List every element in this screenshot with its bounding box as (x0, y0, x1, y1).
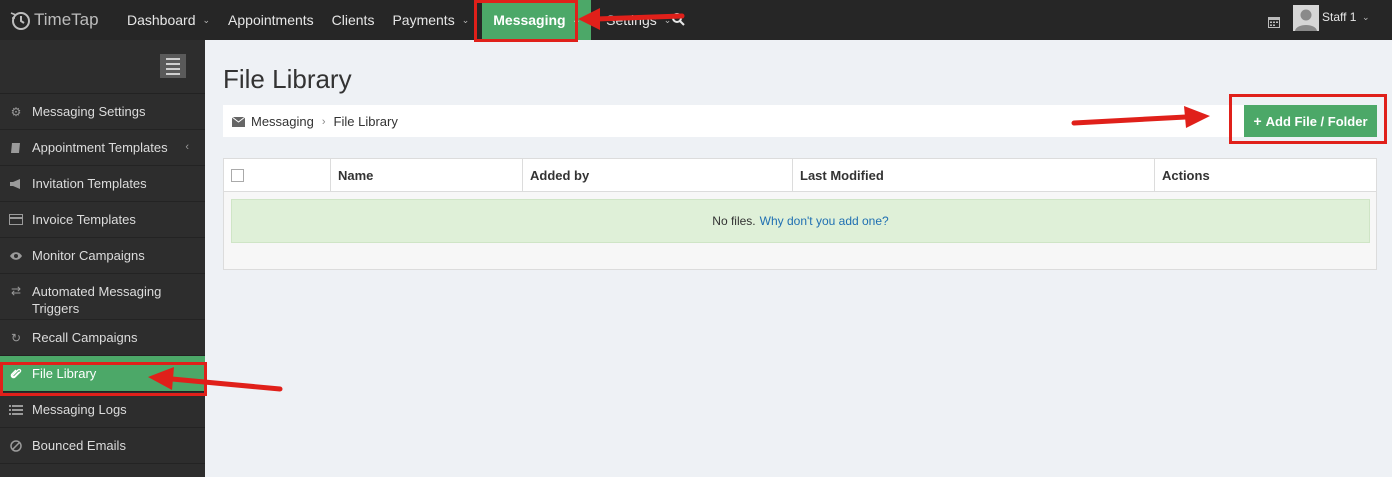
main-nav: Dashboard ⌄ Appointments Clients Payment… (118, 0, 680, 40)
sidebar-item-label: Messaging Settings (32, 104, 146, 119)
timetap-logo[interactable]: TimeTap (8, 7, 99, 33)
breadcrumb-messaging[interactable]: Messaging (251, 114, 314, 129)
sidebar-item-label: Messaging Logs (32, 402, 127, 417)
sidebar-item-messaging-settings[interactable]: ⚙ Messaging Settings (0, 94, 205, 130)
chevron-left-icon: ‹ (185, 141, 189, 153)
envelope-icon (232, 116, 245, 127)
refresh-icon: ↻ (10, 330, 22, 345)
logo-text: TimeTap (34, 10, 99, 29)
empty-state-message: No files. Why don't you add one? (231, 199, 1370, 243)
column-last-modified[interactable]: Last Modified (793, 159, 1155, 191)
add-file-folder-label: Add File / Folder (1265, 113, 1368, 129)
chevron-right-icon: › (321, 115, 326, 128)
sidebar-item-label: Invoice Templates (32, 212, 136, 227)
breadcrumb-bar: Messaging › File Library (223, 105, 1377, 137)
sidebar-item-monitor-campaigns[interactable]: Monitor Campaigns (0, 238, 205, 274)
nav-settings-label: Settings (606, 12, 657, 28)
nav-payments-label: Payments (392, 12, 455, 28)
breadcrumb-file-library: File Library (333, 114, 398, 129)
select-all-checkbox[interactable] (231, 168, 244, 182)
paperclip-icon (8, 366, 24, 382)
sidebar-item-label: Bounced Emails (32, 438, 126, 453)
search-icon[interactable] (671, 12, 685, 26)
sidebar: ⚙ Messaging Settings Appointment Templat… (0, 40, 205, 477)
breadcrumb: Messaging › File Library (232, 114, 398, 129)
nav-clients-label: Clients (331, 12, 375, 28)
nav-dashboard-label: Dashboard (127, 12, 196, 28)
nav-messaging[interactable]: Messaging ⌄ (482, 0, 592, 40)
chevron-down-icon: ⌄ (572, 14, 581, 25)
bullhorn-icon (8, 176, 24, 192)
column-actions: Actions (1162, 167, 1210, 183)
sidebar-item-recall-campaigns[interactable]: ↻ Recall Campaigns (0, 320, 205, 356)
add-file-folder-button[interactable]: + Add File / Folder (1244, 105, 1377, 137)
chevron-down-icon: ⌄ (1362, 12, 1370, 22)
hamburger-menu-icon[interactable] (160, 54, 186, 78)
calendar-icon[interactable] (1268, 16, 1280, 28)
main-content: File Library Messaging › File Library + … (205, 40, 1392, 477)
sidebar-item-label: Recall Campaigns (32, 330, 138, 345)
nav-clients[interactable]: Clients (323, 0, 384, 40)
avatar[interactable] (1293, 5, 1319, 31)
ban-icon (8, 438, 24, 454)
sidebar-header (0, 40, 205, 94)
user-menu-label[interactable]: Staff 1 (1322, 10, 1356, 24)
plus-icon: + (1253, 113, 1262, 129)
sidebar-item-label: File Library (32, 366, 97, 381)
list-icon (8, 402, 24, 418)
sidebar-item-invoice-templates[interactable]: Invoice Templates (0, 202, 205, 238)
page-title: File Library (223, 64, 352, 94)
chevron-down-icon: ⌄ (461, 14, 470, 25)
nav-messaging-label: Messaging (493, 12, 566, 28)
clock-logo-icon (10, 12, 30, 30)
sidebar-item-appointment-templates[interactable]: Appointment Templates ‹ (0, 130, 205, 166)
file-table: Name Added by Last Modified Actions No f… (223, 158, 1377, 270)
sidebar-item-label: Appointment Templates (32, 140, 168, 155)
nav-dashboard[interactable]: Dashboard ⌄ (118, 0, 219, 40)
nav-settings[interactable]: Settings ⌄ (597, 0, 680, 40)
column-added-by[interactable]: Added by (523, 159, 793, 191)
add-one-link[interactable]: Why don't you add one? (760, 214, 889, 228)
select-all-cell (224, 159, 331, 191)
random-icon: ⇄ (10, 284, 22, 298)
gears-icon: ⚙ (10, 104, 22, 119)
nav-appointments-label: Appointments (228, 12, 314, 28)
sidebar-item-automated-messaging-triggers[interactable]: ⇄ Automated Messaging Triggers (0, 274, 205, 320)
chevron-down-icon: ⌄ (202, 14, 211, 25)
top-navbar: TimeTap Dashboard ⌄ Appointments Clients… (0, 0, 1392, 43)
empty-state-text: No files. (712, 214, 756, 228)
table-header: Name Added by Last Modified Actions (224, 159, 1376, 192)
book-icon (8, 140, 24, 156)
user-silhouette-icon (1293, 5, 1319, 31)
sidebar-item-label: Monitor Campaigns (32, 248, 145, 263)
sidebar-item-invitation-templates[interactable]: Invitation Templates (0, 166, 205, 202)
sidebar-item-file-library[interactable]: File Library (0, 356, 205, 392)
nav-payments[interactable]: Payments ⌄ (383, 0, 478, 40)
credit-card-icon (8, 212, 24, 228)
sidebar-item-label: Automated Messaging Triggers (32, 284, 162, 316)
sidebar-item-bounced-emails[interactable]: Bounced Emails (0, 428, 205, 464)
nav-appointments[interactable]: Appointments (219, 0, 323, 40)
sidebar-item-messaging-logs[interactable]: Messaging Logs (0, 392, 205, 428)
sidebar-item-label: Invitation Templates (32, 176, 147, 191)
column-name[interactable]: Name (331, 159, 523, 191)
eye-icon (8, 248, 24, 264)
